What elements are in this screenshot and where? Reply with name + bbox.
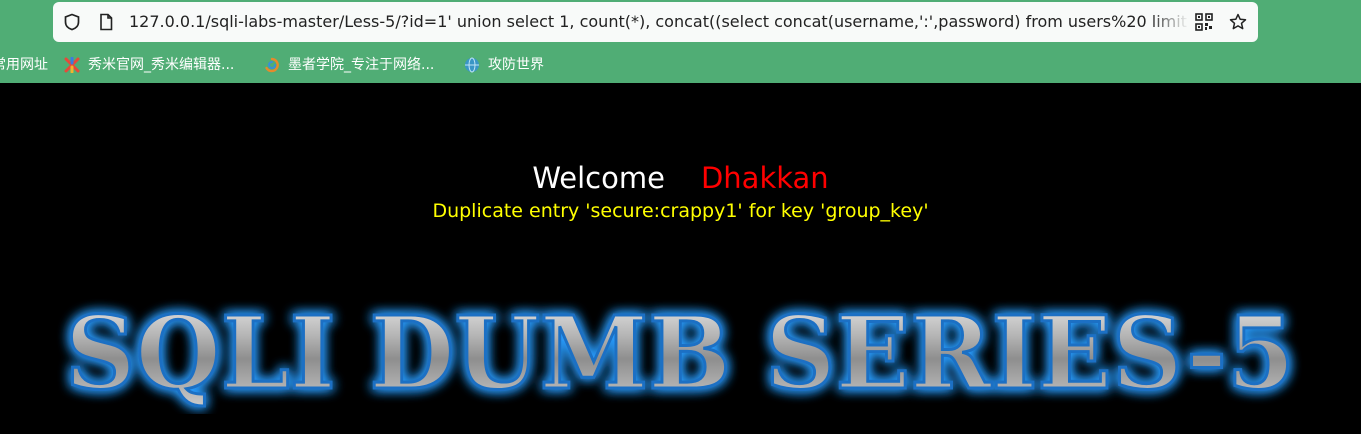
url-input[interactable]: 127.0.0.1/sqli-labs-master/Less-5/?id=1'… xyxy=(129,12,1189,32)
bookmark-star-icon[interactable] xyxy=(1229,13,1247,31)
mozhe-icon xyxy=(265,57,279,73)
welcome-line: Welcome Dhakkan xyxy=(0,158,1361,198)
xiumi-icon xyxy=(64,57,80,73)
series-banner: SQLI DUMB SERIES-5 xyxy=(45,296,1315,414)
bookmark-common-sites[interactable]: 常用网址 xyxy=(0,50,52,80)
bookmark-label: 秀米官网_秀米编辑器... xyxy=(88,57,235,73)
bookmark-mozhe[interactable]: 墨者学院_专注于网络... xyxy=(264,50,454,80)
page-icon[interactable] xyxy=(97,13,115,31)
url-fade xyxy=(1149,12,1189,32)
bookmark-xiumi[interactable]: 秀米官网_秀米编辑器... xyxy=(64,50,254,80)
bookmark-label: 常用网址 xyxy=(0,57,48,73)
welcome-label: Welcome xyxy=(532,161,665,195)
bookmark-label: 墨者学院_专注于网络... xyxy=(288,57,435,73)
bookmark-gongfang[interactable]: 攻防世界 xyxy=(464,50,564,80)
user-name: Dhakkan xyxy=(700,161,829,195)
url-text: 127.0.0.1/sqli-labs-master/Less-5/?id=1'… xyxy=(129,12,1187,31)
banner-image: SQLI DUMB SERIES-5 xyxy=(64,296,1297,414)
address-bar[interactable]: 127.0.0.1/sqli-labs-master/Less-5/?id=1'… xyxy=(53,2,1258,42)
bookmarks-bar: 常用网址 秀米官网_秀米编辑器... 墨者学院_专注于网络... 攻防世界 xyxy=(0,50,1361,80)
sql-error-message: Duplicate entry 'secure:crappy1' for key… xyxy=(432,200,929,222)
browser-chrome: 127.0.0.1/sqli-labs-master/Less-5/?id=1'… xyxy=(0,0,1361,83)
banner-title: SQLI DUMB SERIES-5 xyxy=(65,296,1295,412)
qr-code-icon[interactable] xyxy=(1195,13,1213,31)
shield-icon[interactable] xyxy=(63,13,81,31)
globe-icon xyxy=(465,57,479,73)
bookmark-label: 攻防世界 xyxy=(488,57,544,73)
